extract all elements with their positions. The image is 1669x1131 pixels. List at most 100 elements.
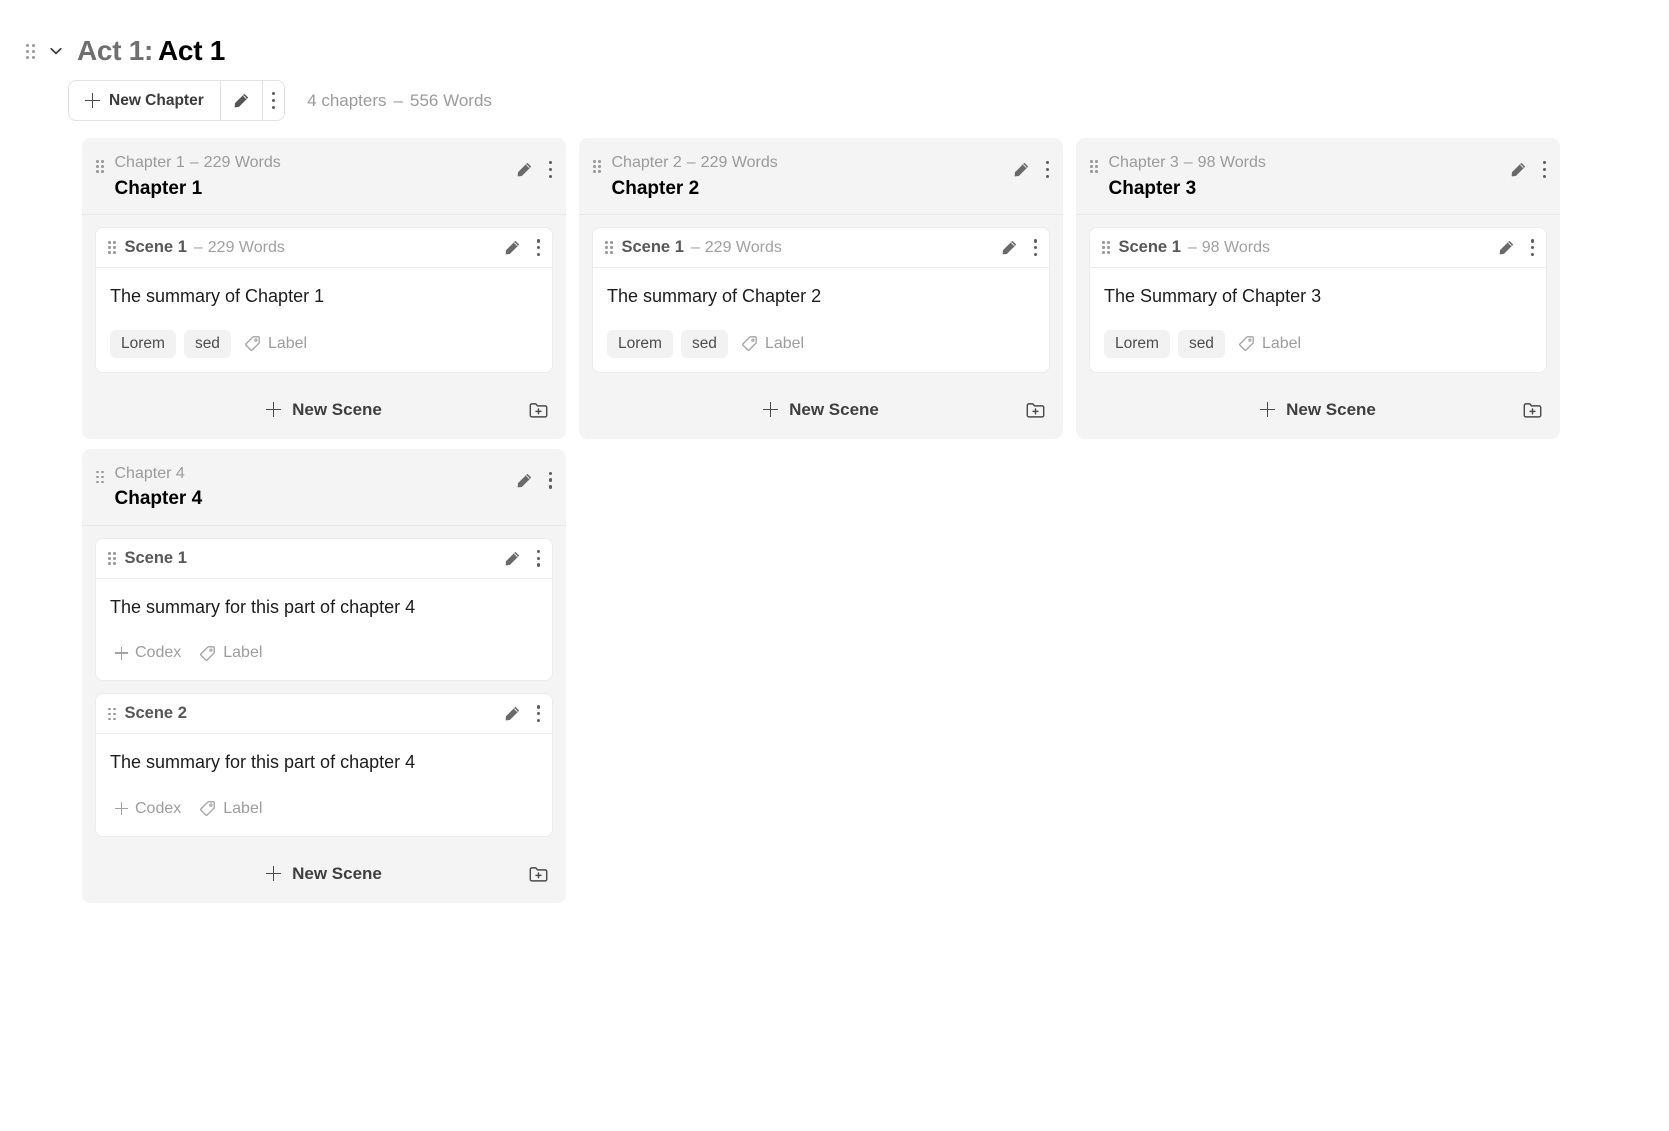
scene-tag-chip[interactable]: sed bbox=[184, 330, 231, 358]
scene-drag-handle-icon[interactable] bbox=[1102, 241, 1110, 254]
scene-more-menu-button[interactable] bbox=[537, 550, 540, 567]
folder-plus-icon[interactable] bbox=[528, 399, 549, 420]
edit-scene-button[interactable] bbox=[504, 239, 521, 256]
scene-card: Scene 2 The summary for this part of cha… bbox=[95, 693, 553, 836]
scene-word-count: –98 Words bbox=[1188, 239, 1270, 257]
chapter-header: Chapter 1–229 Words Chapter 1 bbox=[82, 138, 566, 215]
act-more-menu-button[interactable] bbox=[262, 81, 284, 120]
plus-icon bbox=[115, 647, 128, 660]
edit-scene-button[interactable] bbox=[1001, 239, 1018, 256]
add-label-text: Label bbox=[223, 800, 262, 818]
scene-tag-chip[interactable]: sed bbox=[1178, 330, 1225, 358]
chapter-card: Chapter 2–229 Words Chapter 2 Scene 1 bbox=[579, 138, 1063, 439]
chapter-meta: Chapter 1–229 Words bbox=[115, 152, 505, 174]
chapter-title: Chapter 3 bbox=[1109, 176, 1499, 202]
chapter-meta: Chapter 3–98 Words bbox=[1109, 152, 1499, 174]
folder-plus-icon[interactable] bbox=[1522, 399, 1543, 420]
scene-more-menu-button[interactable] bbox=[537, 705, 540, 722]
new-scene-label: New Scene bbox=[1286, 400, 1376, 420]
edit-scene-button[interactable] bbox=[504, 705, 521, 722]
edit-chapter-button[interactable] bbox=[516, 472, 533, 489]
scene-more-menu-button[interactable] bbox=[1034, 239, 1037, 256]
new-chapter-button[interactable]: New Chapter bbox=[69, 81, 220, 120]
new-scene-label: New Scene bbox=[292, 864, 382, 884]
chapter-header: Chapter 2–229 Words Chapter 2 bbox=[579, 138, 1063, 215]
chapter-more-menu-button[interactable] bbox=[549, 161, 552, 178]
chapter-grid: Chapter 1–229 Words Chapter 1 Scene 1 bbox=[82, 138, 1582, 903]
chapter-meta-dash: – bbox=[190, 154, 199, 171]
chapter-meta-name: Chapter 1 bbox=[115, 154, 185, 171]
tag-icon bbox=[741, 335, 758, 352]
chapter-drag-handle-icon[interactable] bbox=[593, 160, 601, 173]
edit-scene-button[interactable] bbox=[1498, 239, 1515, 256]
kebab-menu-icon bbox=[272, 92, 275, 109]
new-scene-button[interactable]: New Scene bbox=[266, 400, 382, 420]
new-scene-button[interactable]: New Scene bbox=[266, 864, 382, 884]
scene-drag-handle-icon[interactable] bbox=[605, 241, 613, 254]
act-button-group: New Chapter bbox=[68, 80, 285, 121]
plus-icon bbox=[1260, 402, 1275, 417]
scene-body: The summary of Chapter 2 bbox=[593, 268, 1049, 308]
add-label-button[interactable]: Label bbox=[194, 796, 267, 822]
scene-summary: The summary of Chapter 1 bbox=[110, 285, 538, 308]
tag-icon bbox=[199, 800, 216, 817]
new-scene-button[interactable]: New Scene bbox=[763, 400, 879, 420]
add-label-button[interactable]: Label bbox=[1233, 331, 1306, 357]
scene-word-count: –229 Words bbox=[691, 239, 782, 257]
chapter-drag-handle-icon[interactable] bbox=[96, 160, 104, 173]
add-label-button[interactable]: Label bbox=[239, 331, 312, 357]
scene-tag-chip[interactable]: Lorem bbox=[607, 330, 673, 358]
scene-chip-row: Lorem sed Label bbox=[96, 309, 552, 372]
chapter-drag-handle-icon[interactable] bbox=[96, 471, 104, 484]
scene-more-menu-button[interactable] bbox=[537, 239, 540, 256]
folder-plus-icon[interactable] bbox=[528, 863, 549, 884]
scene-tag-chip[interactable]: Lorem bbox=[1104, 330, 1170, 358]
edit-act-button[interactable] bbox=[220, 81, 262, 120]
chapter-more-menu-button[interactable] bbox=[549, 472, 552, 489]
edit-chapter-button[interactable] bbox=[516, 161, 533, 178]
chapter-title: Chapter 1 bbox=[115, 176, 505, 202]
edit-chapter-button[interactable] bbox=[1013, 161, 1030, 178]
chapter-title: Chapter 4 bbox=[115, 486, 505, 512]
scene-drag-handle-icon[interactable] bbox=[108, 241, 116, 254]
chapter-more-menu-button[interactable] bbox=[1543, 161, 1546, 178]
chapter-more-menu-button[interactable] bbox=[1046, 161, 1049, 178]
scene-drag-handle-icon[interactable] bbox=[108, 708, 116, 721]
add-label-button[interactable]: Label bbox=[194, 640, 267, 666]
add-codex-button[interactable]: Codex bbox=[110, 796, 186, 822]
act-label: Act 1: bbox=[77, 35, 153, 66]
scene-body: The summary for this part of chapter 4 bbox=[96, 734, 552, 774]
scene-body: The summary for this part of chapter 4 bbox=[96, 579, 552, 619]
chapter-footer: New Scene bbox=[579, 385, 1063, 435]
act-drag-handle-icon[interactable] bbox=[26, 44, 35, 59]
chevron-down-icon[interactable] bbox=[45, 40, 67, 62]
folder-plus-icon[interactable] bbox=[1025, 399, 1046, 420]
add-codex-label: Codex bbox=[135, 800, 181, 818]
chapter-meta: Chapter 4 bbox=[115, 463, 505, 485]
tag-icon bbox=[199, 645, 216, 662]
plus-icon bbox=[266, 866, 281, 881]
scene-tag-chip[interactable]: Lorem bbox=[110, 330, 176, 358]
add-label-button[interactable]: Label bbox=[736, 331, 809, 357]
scene-word-count: –229 Words bbox=[194, 239, 285, 257]
add-codex-label: Codex bbox=[135, 644, 181, 662]
scene-tag-chip[interactable]: sed bbox=[681, 330, 728, 358]
edit-chapter-button[interactable] bbox=[1510, 161, 1527, 178]
add-codex-button[interactable]: Codex bbox=[110, 640, 186, 666]
scene-list: Scene 1 –229 Words The summary of Chapte… bbox=[579, 215, 1063, 372]
new-scene-button[interactable]: New Scene bbox=[1260, 400, 1376, 420]
scene-title: Scene 1 bbox=[1119, 238, 1181, 257]
edit-scene-button[interactable] bbox=[504, 550, 521, 567]
scene-header: Scene 1 –98 Words bbox=[1090, 228, 1546, 268]
scene-more-menu-button[interactable] bbox=[1531, 239, 1534, 256]
scene-words-value: 98 Words bbox=[1202, 239, 1270, 256]
scene-header: Scene 1 –229 Words bbox=[96, 228, 552, 268]
tag-icon bbox=[244, 335, 261, 352]
scene-drag-handle-icon[interactable] bbox=[108, 552, 116, 565]
scene-card: Scene 1 –98 Words The Summary of Chapter… bbox=[1089, 227, 1547, 372]
chapter-card: Chapter 3–98 Words Chapter 3 Scene 1 bbox=[1076, 138, 1560, 439]
scene-title: Scene 1 bbox=[125, 549, 187, 568]
tag-icon bbox=[1238, 335, 1255, 352]
chapter-drag-handle-icon[interactable] bbox=[1090, 160, 1098, 173]
chapter-footer: New Scene bbox=[82, 385, 566, 435]
